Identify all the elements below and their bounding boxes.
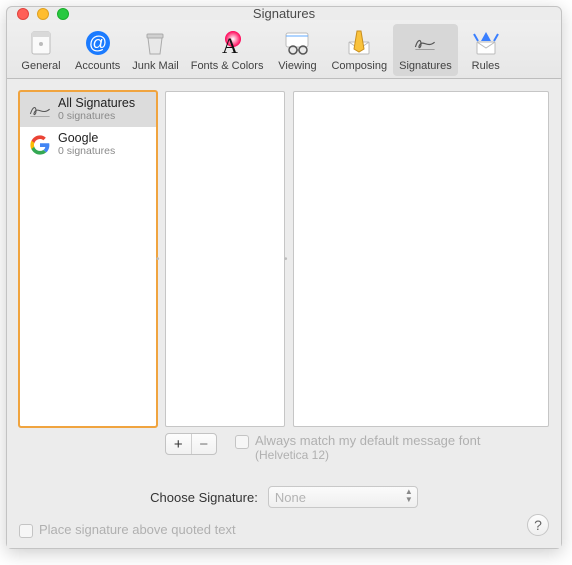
under-panels-row: + − Always match my default message font…	[19, 433, 549, 462]
at-icon: @	[81, 26, 115, 60]
content-area: All Signatures 0 signatures Google 0 sig…	[7, 79, 561, 548]
tab-general[interactable]: General	[13, 24, 69, 76]
close-window-button[interactable]	[17, 8, 29, 20]
choose-signature-select[interactable]: None ▲▼	[268, 486, 418, 508]
resize-handle-icon[interactable]: •	[156, 249, 162, 269]
account-text: All Signatures 0 signatures	[58, 97, 135, 122]
match-font-sublabel: (Helvetica 12)	[255, 448, 480, 462]
window-controls	[7, 8, 69, 20]
signature-scribble-icon	[28, 98, 52, 122]
choose-signature-label: Choose Signature:	[150, 490, 258, 505]
svg-text:@: @	[88, 33, 106, 53]
tab-junk-mail[interactable]: Junk Mail	[126, 24, 184, 76]
general-icon	[24, 26, 58, 60]
panels: All Signatures 0 signatures Google 0 sig…	[19, 91, 549, 427]
zoom-window-button[interactable]	[57, 8, 69, 20]
account-count: 0 signatures	[58, 146, 115, 158]
add-signature-button[interactable]: +	[166, 434, 192, 454]
choose-signature-value: None	[275, 490, 306, 505]
place-above-checkbox-row[interactable]: Place signature above quoted text	[19, 522, 549, 538]
tab-label: Fonts & Colors	[191, 60, 264, 72]
resize-handle-icon[interactable]: •	[284, 249, 290, 269]
select-arrows-icon: ▲▼	[405, 488, 413, 504]
pencil-icon	[342, 26, 376, 60]
add-remove-control: + −	[165, 433, 217, 455]
preferences-window: Signatures General @ Accounts Junk Mail	[6, 6, 562, 549]
tab-rules[interactable]: Rules	[458, 24, 514, 76]
tab-viewing[interactable]: Viewing	[269, 24, 325, 76]
match-font-checkbox[interactable]	[235, 435, 249, 449]
fonts-colors-icon: A	[210, 26, 244, 60]
signature-icon	[408, 26, 442, 60]
tab-accounts[interactable]: @ Accounts	[69, 24, 126, 76]
signature-preview-panel[interactable]	[293, 91, 549, 427]
remove-signature-button[interactable]: −	[192, 434, 217, 454]
place-above-text: Place signature above quoted text	[39, 522, 236, 537]
titlebar: Signatures	[7, 7, 561, 20]
place-above-checkbox[interactable]	[19, 524, 33, 538]
tab-label: Accounts	[75, 60, 120, 72]
accounts-panel: All Signatures 0 signatures Google 0 sig…	[19, 91, 157, 427]
place-above-row: Place signature above quoted text	[19, 522, 549, 538]
tab-label: Rules	[472, 60, 500, 72]
trash-icon	[138, 26, 172, 60]
help-icon: ?	[534, 517, 542, 533]
preferences-toolbar: General @ Accounts Junk Mail A Fonts & C…	[7, 20, 561, 79]
account-name: All Signatures	[58, 97, 135, 111]
rules-icon	[469, 26, 503, 60]
account-name: Google	[58, 132, 115, 146]
minimize-window-button[interactable]	[37, 8, 49, 20]
tab-composing[interactable]: Composing	[325, 24, 393, 76]
account-count: 0 signatures	[58, 111, 135, 123]
account-google[interactable]: Google 0 signatures	[20, 127, 156, 162]
tab-label: Composing	[331, 60, 387, 72]
tab-signatures[interactable]: Signatures	[393, 24, 458, 76]
choose-signature-row: Choose Signature: None ▲▼	[19, 486, 549, 508]
help-button[interactable]: ?	[527, 514, 549, 536]
match-font-label: Always match my default message font	[255, 433, 480, 448]
signature-list-panel[interactable]: •	[165, 91, 285, 427]
account-all-signatures[interactable]: All Signatures 0 signatures	[20, 92, 156, 127]
tab-fonts-colors[interactable]: A Fonts & Colors	[185, 24, 270, 76]
tab-label: Junk Mail	[132, 60, 178, 72]
window-title: Signatures	[7, 6, 561, 21]
viewing-icon	[280, 26, 314, 60]
tab-label: General	[21, 60, 60, 72]
place-above-label: Place signature above quoted text	[39, 522, 236, 537]
tab-label: Viewing	[278, 60, 316, 72]
tab-label: Signatures	[399, 60, 452, 72]
match-font-text: Always match my default message font (He…	[255, 433, 480, 462]
account-text: Google 0 signatures	[58, 132, 115, 157]
svg-text:A: A	[222, 33, 238, 58]
google-icon	[28, 133, 52, 157]
match-font-checkbox-row[interactable]: Always match my default message font (He…	[235, 433, 549, 462]
